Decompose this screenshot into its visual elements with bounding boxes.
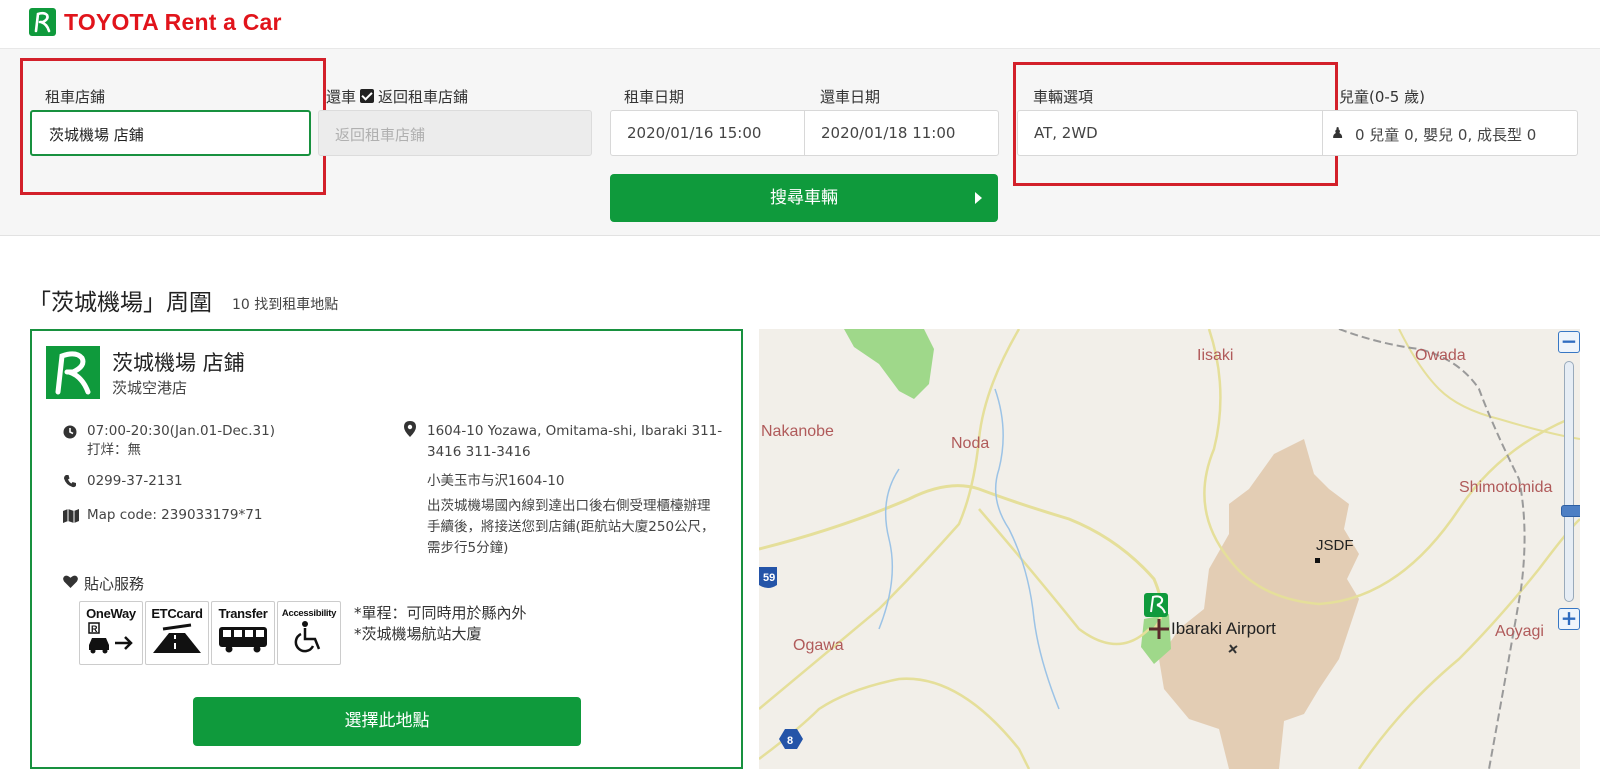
road-line [978,508,1150,646]
search-vehicles-button[interactable]: 搜尋車輛 [610,174,998,222]
select-location-button[interactable]: 選擇此地點 [193,697,581,746]
child-seat-icon: ♟ [1331,124,1345,142]
pickup-date-input[interactable]: 2020/01/16 15:00 [610,110,805,156]
children-value: 0 兒童 0, 嬰兒 0, 成長型 0 [1355,126,1537,144]
place-shimotomida: Shimotomida [1459,479,1553,496]
return-date-input[interactable]: 2020/01/18 11:00 [804,110,999,156]
toll-gate-icon [153,623,201,653]
services-title: 貼心服務 [84,575,145,593]
map-view[interactable]: 59 8 Iisaki Owada Nakanobe Noda Shimotom… [759,329,1580,769]
service-notes: *單程：可同時用於縣內外 *茨城機場航站大廈 [354,603,527,645]
chevron-right-icon [975,192,982,204]
accessibility-badge: Accessibility [277,601,341,665]
highlight-pickup-box [20,58,326,195]
search-vehicles-label: 搜尋車輛 [770,188,838,208]
brand-logo-icon [29,8,56,36]
top-bar: TOYOTA Rent a Car [0,0,1600,48]
store-logo-icon [46,346,100,399]
brand-logo[interactable]: TOYOTA Rent a Car [29,8,282,36]
zoom-in-button[interactable]: + [1558,608,1580,630]
place-iisaki: Iisaki [1197,347,1234,364]
results-count: 10 找到租車地點 [232,297,339,313]
zoom-slider[interactable] [1561,361,1580,602]
service-note-oneway: *單程：可同時用於縣內外 [354,604,527,622]
pickup-date-label: 租車日期 [624,88,685,106]
car-arrow-icon: R [88,622,133,654]
store-address: 1604-10 Yozawa, Omitama-shi, Ibaraki 311… [427,423,723,460]
road-line [1357,518,1580,769]
place-ibaraki-airport: Ibaraki Airport [1171,619,1276,638]
etc-card-badge: ETCcard [145,601,209,665]
store-map-code: Map code: 239033179*71 [87,507,263,523]
store-hours-text: 07:00-20:30(Jan.01-Dec.31) [87,423,275,439]
place-owada: Owada [1415,347,1466,364]
store-name: 茨城機場 店鋪 [112,351,245,375]
zoom-control: − + [1558,331,1580,630]
store-card[interactable]: 茨城機場 店鋪 茨城空港店 07:00-20:30(Jan.01-Dec.31)… [30,329,743,769]
forest-area [844,329,934,399]
children-input[interactable]: ♟ 0 兒童 0, 嬰兒 0, 成長型 0 [1322,110,1578,156]
railway-line [1338,329,1526,769]
store-phone[interactable]: 0299-37-2131 [87,471,183,492]
map-canvas: 59 8 [759,329,1580,769]
etc-card-badge-label: ETCcard [151,606,203,621]
return-label-text: 返回租車店鋪 [378,88,469,106]
bus-icon [219,627,267,653]
route-shield-8-label: 8 [787,735,793,747]
jsdf-point-icon [1315,558,1320,563]
children-label: 兒童(0-5 歲) [1339,88,1425,106]
map-icon [63,509,79,523]
route-shield-59-label: 59 [763,572,775,584]
return-date-label: 還車日期 [820,88,881,106]
place-noda: Noda [951,435,990,452]
transfer-badge-label: Transfer [218,606,268,621]
store-subname: 茨城空港店 [112,379,188,397]
road-line [759,484,1163,631]
phone-icon [64,475,76,488]
highlight-vehicle-box [1013,62,1338,186]
place-aoyagi: Aoyagi [1495,623,1544,640]
location-pin-icon [404,421,416,437]
road-line [759,677,1031,769]
return-label-prefix: 還車 [326,88,357,106]
store-closed-text: 打烊：無 [87,442,141,458]
road-line [1398,329,1580,440]
clock-icon [63,425,77,439]
store-directions: 出茨城機場國內線到達出口後右側受理櫃檯辦理手續後，將接送您到店鋪(距航站大廈25… [427,498,715,556]
return-same-checkbox[interactable] [360,89,375,103]
zoom-out-button[interactable]: − [1558,331,1580,353]
place-jsdf: JSDF [1316,537,1354,554]
svg-text:R: R [91,624,98,634]
place-nakanobe: Nakanobe [761,423,834,440]
return-store-label: 還車 返回租車店鋪 [326,86,468,107]
service-badges: OneWay R ETCcard Transfer Accessibility [79,601,341,665]
oneway-badge: OneWay R [79,601,143,665]
brand-name: TOYOTA Rent a Car [64,8,282,35]
store-address-jp: 小美玉市与沢1604-10 [427,473,565,489]
oneway-badge-label: OneWay [86,606,136,621]
results-heading: 「茨城機場」周圍 [28,290,212,316]
return-store-input[interactable]: 返回租車店鋪 [318,110,592,156]
transfer-badge: Transfer [211,601,275,665]
place-ogawa: Ogawa [793,637,844,654]
heart-icon [63,575,78,588]
accessibility-badge-label: Accessibility [281,608,337,619]
zoom-slider-handle[interactable] [1561,505,1580,517]
service-note-terminal: *茨城機場航站大廈 [354,625,482,643]
wheelchair-icon [294,621,321,653]
store-hours: 07:00-20:30(Jan.01-Dec.31) 打烊：無 [87,421,275,461]
river-line [994,388,1060,710]
